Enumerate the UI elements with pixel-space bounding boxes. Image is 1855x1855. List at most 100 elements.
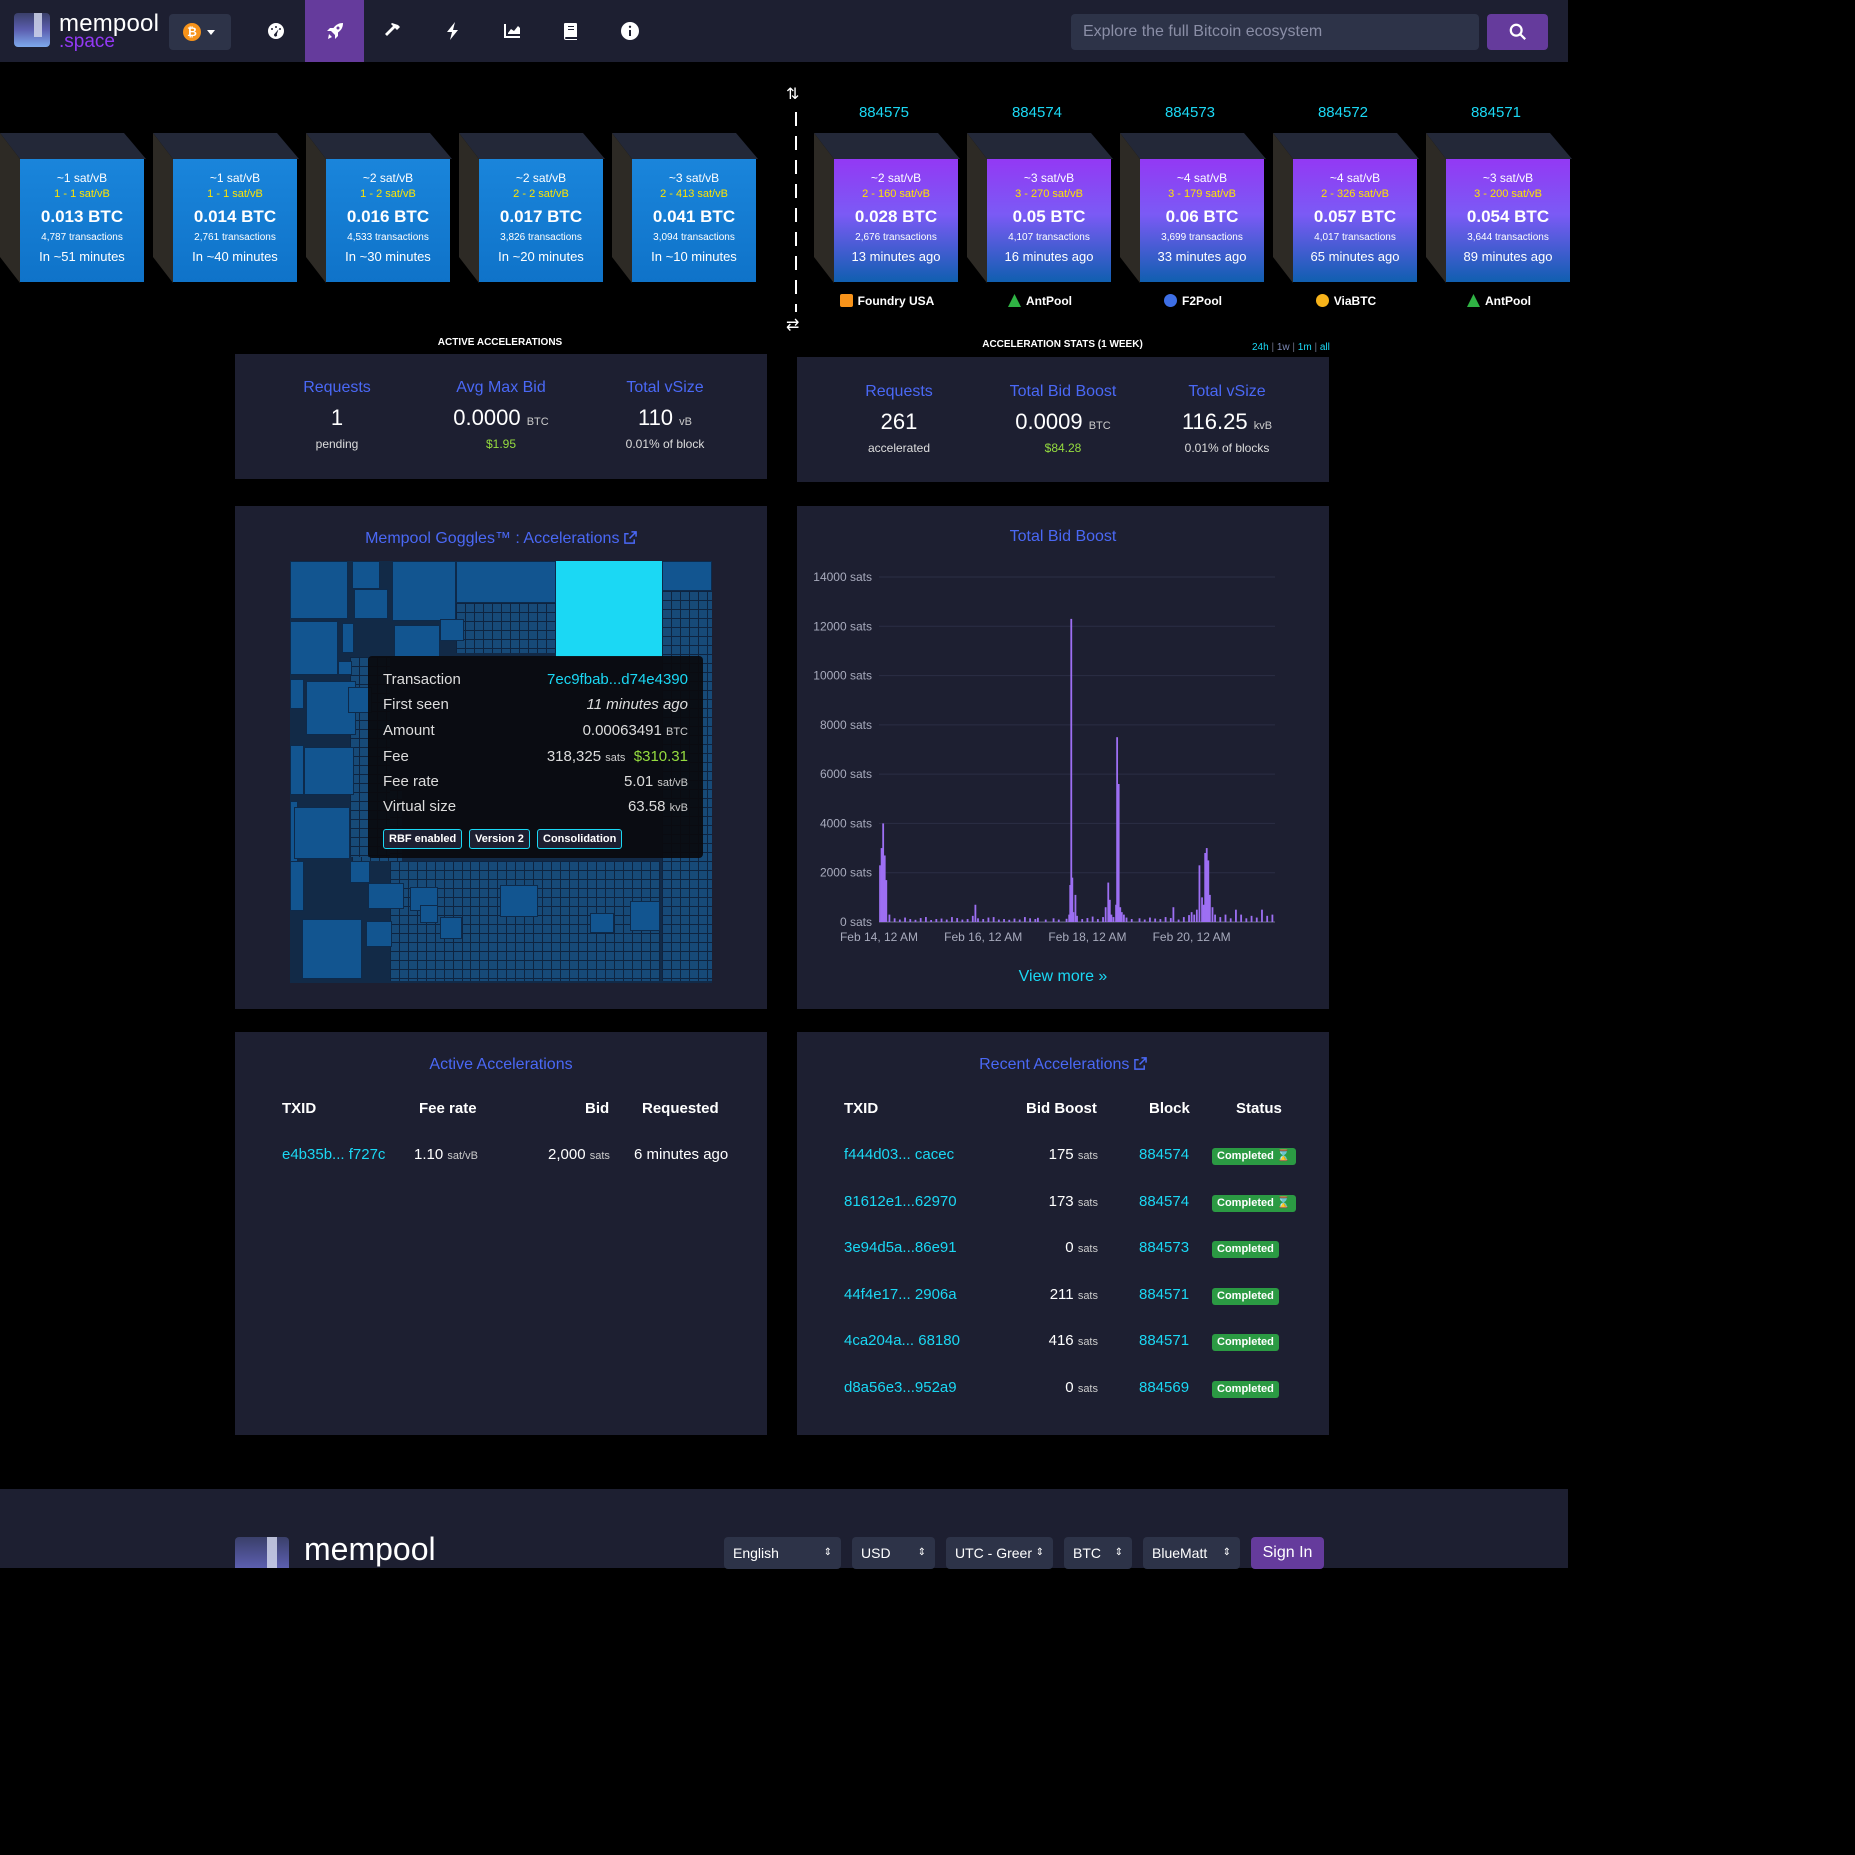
recent-block-link[interactable]: 884571 [1139, 1332, 1189, 1349]
mempool-logo[interactable]: mempool .space [14, 10, 159, 52]
mempool-block[interactable]: ~1 sat/vB 1 - 1 sat/vB 0.014 BTC 2,761 tran… [153, 133, 299, 283]
transaction-square[interactable] [352, 561, 380, 589]
chart-icon [503, 24, 520, 38]
active-txid-link[interactable]: e4b35b... f727c [282, 1146, 385, 1163]
tooltip-amount-label: Amount [383, 722, 435, 739]
goggles-title[interactable]: Mempool Goggles™ : Accelerations [235, 530, 767, 548]
transaction-square[interactable] [630, 901, 660, 931]
range-1m[interactable]: 1m [1298, 342, 1312, 353]
recent-txid-link[interactable]: d8a56e3...952a9 [844, 1379, 957, 1396]
network-selector[interactable]: ₿ [169, 14, 231, 50]
week-vsize-unit: kvB [1253, 420, 1273, 432]
transaction-square[interactable] [290, 861, 304, 911]
transaction-square[interactable] [290, 745, 304, 795]
recent-bid-boost-value: 0 [1065, 1239, 1074, 1256]
block-top-face [1426, 133, 1572, 159]
range-1w[interactable]: 1w [1277, 342, 1290, 353]
nav-lightning[interactable] [423, 0, 482, 62]
transaction-square[interactable] [662, 561, 712, 591]
transaction-square[interactable] [440, 917, 462, 939]
recent-txid-link[interactable]: f444d03... cacec [844, 1146, 954, 1163]
swap-vertical-icon[interactable]: ⇅ [786, 84, 799, 104]
nav-accelerator[interactable] [305, 0, 364, 62]
requests-sub: pending [315, 437, 359, 451]
mempool-block[interactable]: ~3 sat/vB 2 - 413 sat/vB 0.041 BTC 3,094 tr… [612, 133, 758, 283]
transaction-square[interactable] [440, 619, 464, 641]
nav-mining[interactable] [364, 0, 423, 62]
currency-select[interactable]: USD ⇕ [852, 1537, 935, 1569]
mempool-block[interactable]: ~1 sat/vB 1 - 1 sat/vB 0.013 BTC 4,787 tran… [0, 133, 146, 283]
language-select[interactable]: English ⇕ [724, 1537, 841, 1569]
block-height-link[interactable]: 884571 [1441, 104, 1551, 121]
mined-block[interactable]: ~4 sat/vB 3 - 179 sat/vB 0.06 BTC 3,699 tra… [1120, 133, 1266, 283]
mining-pool-label[interactable]: Foundry USA [812, 294, 962, 308]
transaction-square[interactable] [500, 885, 538, 917]
range-24h[interactable]: 24h [1252, 342, 1269, 353]
search-button[interactable] [1487, 14, 1548, 50]
recent-block-link[interactable]: 884574 [1139, 1193, 1189, 1210]
transaction-square[interactable] [290, 561, 348, 619]
mining-pool-label[interactable]: F2Pool [1118, 294, 1268, 308]
theme-select[interactable]: BlueMatt ⇕ [1143, 1537, 1240, 1569]
mempool-block[interactable]: ~2 sat/vB 1 - 2 sat/vB 0.016 BTC 4,533 tran… [306, 133, 452, 283]
recent-txid-link[interactable]: 44f4e17... 2906a [844, 1286, 957, 1303]
bid-boost-bar [880, 848, 883, 922]
search-input[interactable] [1071, 14, 1479, 50]
mining-pool-label[interactable]: ViaBTC [1271, 294, 1421, 308]
transaction-square[interactable] [590, 913, 614, 933]
timezone-select[interactable]: UTC - Greer ⇕ [946, 1537, 1053, 1569]
transaction-square[interactable] [366, 921, 392, 947]
transaction-square[interactable] [290, 679, 304, 709]
transaction-square[interactable] [420, 905, 438, 923]
unit-select[interactable]: BTC ⇕ [1064, 1537, 1132, 1569]
transaction-square[interactable] [302, 919, 362, 979]
block-eta: In ~10 minutes [651, 249, 737, 264]
recent-block-link[interactable]: 884571 [1139, 1286, 1189, 1303]
sign-in-button[interactable]: Sign In [1251, 1537, 1324, 1569]
block-height-link[interactable]: 884574 [982, 104, 1092, 121]
recent-block-link[interactable]: 884573 [1139, 1239, 1189, 1256]
mining-pool-label[interactable]: AntPool [965, 294, 1115, 308]
transaction-square[interactable] [368, 883, 404, 909]
mempool-block[interactable]: ~2 sat/vB 2 - 2 sat/vB 0.017 BTC 3,826 tran… [459, 133, 605, 283]
view-more-link[interactable]: View more » [797, 968, 1329, 986]
bid-boost-bar [1110, 914, 1113, 922]
recent-block-link[interactable]: 884569 [1139, 1379, 1189, 1396]
block-height-link[interactable]: 884575 [829, 104, 939, 121]
transaction-square[interactable] [394, 625, 440, 657]
bid-boost-bar [1072, 912, 1075, 922]
mined-block[interactable]: ~2 sat/vB 2 - 160 sat/vB 0.028 BTC 2,676 tr… [814, 133, 960, 283]
tooltip-tx-link[interactable]: 7ec9fbab...d74e4390 [547, 671, 688, 688]
transaction-square[interactable] [342, 623, 354, 653]
recent-accelerations-title[interactable]: Recent Accelerations [797, 1056, 1329, 1074]
transaction-square[interactable] [350, 861, 370, 883]
transaction-square[interactable] [456, 561, 556, 603]
transaction-square[interactable] [354, 589, 388, 619]
range-all[interactable]: all [1320, 342, 1330, 353]
nav-graphs[interactable] [482, 0, 541, 62]
mined-block[interactable]: ~3 sat/vB 3 - 200 sat/vB 0.054 BTC 3,644 tr… [1426, 133, 1572, 283]
transaction-square[interactable] [304, 747, 354, 795]
recent-txid-link[interactable]: 81612e1...62970 [844, 1193, 957, 1210]
block-fee: ~4 sat/vB [1176, 171, 1228, 185]
transaction-square[interactable] [294, 807, 350, 859]
nav-dashboard[interactable] [246, 0, 305, 62]
mined-block[interactable]: ~4 sat/vB 2 - 326 sat/vB 0.057 BTC 4,017 tr… [1273, 133, 1419, 283]
swap-horizontal-icon[interactable]: ⇄ [786, 315, 799, 335]
mined-block[interactable]: ~3 sat/vB 3 - 270 sat/vB 0.05 BTC 4,107 tra… [967, 133, 1113, 283]
transaction-square[interactable] [338, 661, 352, 675]
highlighted-transaction[interactable] [556, 561, 662, 657]
recent-block-link[interactable]: 884574 [1139, 1146, 1189, 1163]
transaction-square[interactable] [392, 561, 456, 621]
block-height-link[interactable]: 884572 [1288, 104, 1398, 121]
bid-boost-chart[interactable]: 0 sats 2000 sats 4000 sats 6000 sats 8000 sa… [800, 560, 1290, 950]
recent-txid-link[interactable]: 4ca204a... 68180 [844, 1332, 960, 1349]
nav-about[interactable] [600, 0, 659, 62]
recent-txid-link[interactable]: 3e94d5a...86e91 [844, 1239, 957, 1256]
transaction-square[interactable] [290, 621, 338, 675]
recent-bid-boost-unit: sats [1077, 1150, 1098, 1162]
nav-docs[interactable] [541, 0, 600, 62]
block-height-link[interactable]: 884573 [1135, 104, 1245, 121]
mining-pool-label[interactable]: AntPool [1424, 294, 1574, 308]
book-icon [563, 23, 577, 40]
